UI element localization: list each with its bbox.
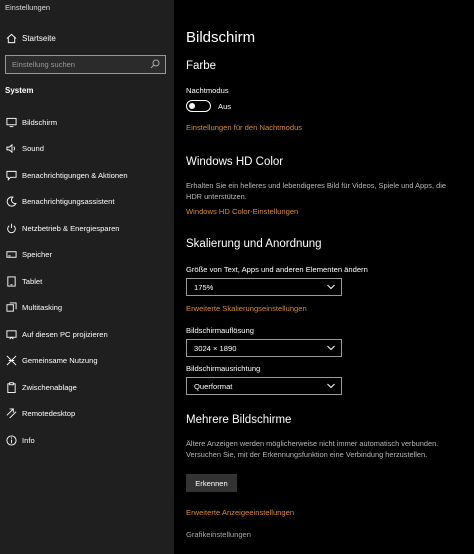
sidebar-item-label: Gemeinsame Nutzung xyxy=(22,356,98,365)
search-icon xyxy=(150,59,160,69)
search-placeholder: Einstellung suchen xyxy=(12,60,75,69)
resolution-label: Bildschirmauflösung xyxy=(186,326,254,335)
sidebar-item-speicher[interactable]: Speicher xyxy=(0,244,174,266)
toggle-state: Aus xyxy=(218,102,232,111)
chevron-down-icon xyxy=(327,345,335,351)
info-icon xyxy=(6,435,17,446)
sidebar-item-projizieren[interactable]: Auf diesen PC projizieren xyxy=(0,324,174,346)
home-link[interactable]: Startseite xyxy=(0,30,174,48)
scale-label: Größe von Text, Apps und anderen Element… xyxy=(186,265,368,274)
resolution-select[interactable]: 3024 × 1890 xyxy=(186,339,342,357)
sidebar-item-info[interactable]: Info xyxy=(0,430,174,452)
sidebar-item-benachrichtigungen[interactable]: Benachrichtigungen & Aktionen xyxy=(0,165,174,187)
share-icon xyxy=(6,355,17,366)
project-icon xyxy=(6,330,17,340)
storage-icon xyxy=(6,251,17,258)
message-icon xyxy=(6,170,17,181)
section-heading-multi-display: Mehrere Bildschirme xyxy=(186,414,292,426)
speaker-icon xyxy=(6,143,15,154)
orientation-value: Querformat xyxy=(194,382,233,391)
sidebar-item-label: Speicher xyxy=(22,250,52,259)
monitor-icon xyxy=(6,117,17,128)
night-mode-label: Nachtmodus xyxy=(186,86,229,95)
orientation-label: Bildschirmausrichtung xyxy=(186,364,261,373)
page-title: Bildschirm xyxy=(186,29,256,46)
clipboard-icon xyxy=(7,382,16,393)
chevron-down-icon xyxy=(327,284,335,290)
section-heading-scaling: Skalierung und Anordnung xyxy=(186,238,322,250)
app-title: Einstellungen xyxy=(5,3,51,12)
search-input[interactable]: Einstellung suchen xyxy=(5,55,166,74)
sidebar-item-netzbetrieb[interactable]: Netzbetrieb & Energiesparen xyxy=(0,218,174,240)
sidebar-item-label: Multitasking xyxy=(22,303,63,312)
section-heading-hd-color: Windows HD Color xyxy=(186,156,284,168)
remote-icon xyxy=(6,408,17,419)
sidebar-item-bildschirm[interactable]: Bildschirm xyxy=(0,112,174,134)
sidebar-item-label: Zwischenablage xyxy=(22,383,77,392)
home-label: Startseite xyxy=(22,34,56,43)
sidebar-item-label: Remotedesktop xyxy=(22,409,76,418)
section-label-system: System xyxy=(5,86,34,95)
tablet-icon xyxy=(7,276,16,287)
sidebar-item-label: Netzbetrieb & Energiesparen xyxy=(22,224,120,233)
sidebar-item-tablet[interactable]: Tablet xyxy=(0,271,174,293)
chevron-down-icon xyxy=(327,383,335,389)
graphics-settings-link[interactable]: Grafikeinstellungen xyxy=(186,530,251,539)
sidebar-item-remotedesktop[interactable]: Remotedesktop xyxy=(0,403,174,425)
moon-icon xyxy=(6,196,17,207)
sidebar: Einstellungen Startseite Einstellung suc… xyxy=(0,0,174,554)
advanced-scaling-link[interactable]: Erweiterte Skalierungseinstellungen xyxy=(186,304,307,313)
hd-color-description: Erhalten Sie ein helleres und lebendiger… xyxy=(186,181,446,201)
sidebar-item-label: Benachrichtigungen & Aktionen xyxy=(22,171,128,180)
sidebar-item-benachrichtigungsassistent[interactable]: Benachrichtigungsassistent xyxy=(0,191,174,213)
sidebar-item-label: Tablet xyxy=(22,277,43,286)
sidebar-item-multitasking[interactable]: Multitasking xyxy=(0,297,174,319)
sidebar-item-label: Bildschirm xyxy=(22,118,58,127)
detect-button[interactable]: Erkennen xyxy=(186,474,237,492)
toggle-knob xyxy=(189,102,195,109)
scale-value: 175% xyxy=(194,283,214,292)
multi-display-description: Ältere Anzeigen werden möglicherweise ni… xyxy=(186,439,439,459)
home-icon xyxy=(6,33,17,44)
sidebar-item-zwischenablage[interactable]: Zwischenablage xyxy=(0,377,174,399)
night-mode-toggle[interactable] xyxy=(186,100,211,112)
main-content: Bildschirm Farbe Nachtmodus Aus Einstell… xyxy=(174,0,474,554)
power-icon xyxy=(7,223,16,234)
sidebar-item-label: Benachrichtigungsassistent xyxy=(22,197,115,206)
multitasking-icon xyxy=(6,302,17,312)
sidebar-item-label: Auf diesen PC projizieren xyxy=(22,330,108,339)
night-mode-settings-link[interactable]: Einstellungen für den Nachtmodus xyxy=(186,123,302,132)
sidebar-item-label: Sound xyxy=(22,144,44,153)
orientation-select[interactable]: Querformat xyxy=(186,377,342,395)
advanced-display-link[interactable]: Erweiterte Anzeigeeinstellungen xyxy=(186,508,294,517)
sidebar-item-gemeinsame-nutzung[interactable]: Gemeinsame Nutzung xyxy=(0,350,174,372)
resolution-value: 3024 × 1890 xyxy=(194,344,237,353)
sidebar-item-sound[interactable]: Sound xyxy=(0,138,174,160)
sidebar-item-label: Info xyxy=(22,436,35,445)
section-heading-farbe: Farbe xyxy=(186,60,217,72)
hd-color-settings-link[interactable]: Windows HD Color-Einstellungen xyxy=(186,207,298,216)
scale-select[interactable]: 175% xyxy=(186,278,342,296)
